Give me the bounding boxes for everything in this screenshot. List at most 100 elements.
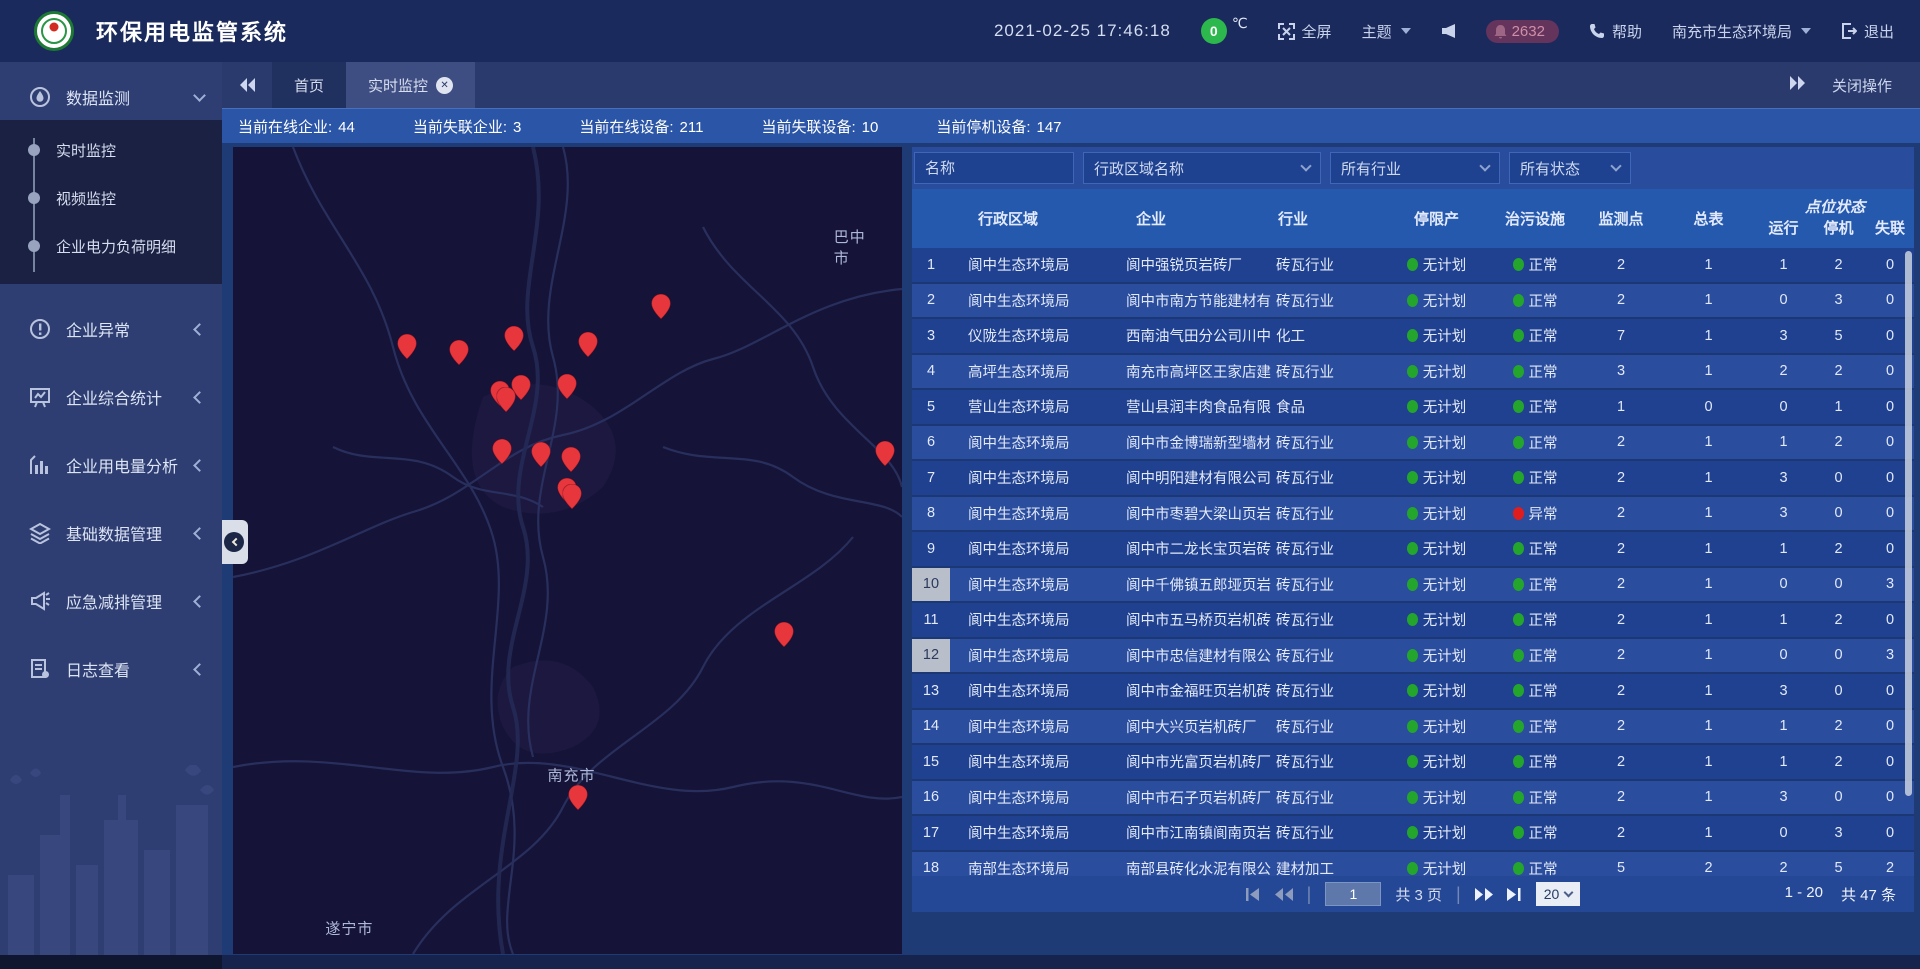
cell-stop: 0 <box>1811 647 1866 663</box>
cell-industry: 砖瓦行业 <box>1272 574 1384 595</box>
notification-badge[interactable]: 2632 <box>1486 20 1559 43</box>
production-label: 无计划 <box>1423 396 1467 417</box>
table-row[interactable]: 13阆中生态环境局阆中市金福旺页岩机砖砖瓦行业无计划正常21300 <box>912 674 1914 710</box>
cell-region: 阆中生态环境局 <box>950 680 1122 701</box>
table-row[interactable]: 17阆中生态环境局阆中市江南镇阆南页岩砖瓦行业无计划正常21030 <box>912 816 1914 852</box>
sidebar-item-0[interactable]: 数据监测 <box>0 74 222 120</box>
map-pin-icon[interactable] <box>578 332 597 357</box>
sidebar-subitem-0-2[interactable]: 企业电力负荷明细 <box>0 222 222 270</box>
cell-industry: 砖瓦行业 <box>1272 645 1384 666</box>
table-row[interactable]: 7阆中生态环境局阆中明阳建材有限公司砖瓦行业无计划正常21300 <box>912 461 1914 497</box>
map-pin-icon[interactable] <box>774 622 793 647</box>
last-page-button[interactable] <box>1507 888 1522 901</box>
map-pin-icon[interactable] <box>562 484 581 509</box>
prev-page-button[interactable] <box>1275 888 1293 901</box>
cell-monitor: 2 <box>1581 470 1661 486</box>
table-row[interactable]: 3仪陇生态环境局西南油气田分公司川中化工无计划正常71350 <box>912 319 1914 355</box>
collapse-map-button[interactable] <box>220 520 248 564</box>
row-index: 15 <box>912 745 950 779</box>
cell-treatment-status: 正常 <box>1489 716 1581 737</box>
status-dot-icon <box>1513 400 1524 413</box>
col-run: 运行 <box>1756 215 1811 238</box>
map-pin-icon[interactable] <box>492 439 511 464</box>
table-row[interactable]: 5营山生态环境局营山县润丰肉食品有限食品无计划正常10010 <box>912 390 1914 426</box>
map-pin-icon[interactable] <box>450 340 469 365</box>
table-row[interactable]: 11阆中生态环境局阆中市五马桥页岩机砖砖瓦行业无计划正常21120 <box>912 603 1914 639</box>
mute-speaker-button[interactable] <box>1441 23 1456 39</box>
sidebar-item-label: 应急减排管理 <box>66 589 195 613</box>
org-dropdown[interactable]: 南充市生态环境局 <box>1672 21 1811 42</box>
sidebar-item-1[interactable]: 企业异常 <box>0 306 222 352</box>
table-row[interactable]: 10阆中生态环境局阆中千佛镇五郎垭页岩砖瓦行业无计划正常21003 <box>912 568 1914 604</box>
theme-dropdown[interactable]: 主题 <box>1362 21 1411 42</box>
name-filter-field[interactable] <box>914 152 1074 184</box>
map-pin-icon[interactable] <box>652 294 671 319</box>
name-filter-input[interactable] <box>925 160 1063 177</box>
status-filter-select[interactable]: 所有状态 <box>1509 152 1631 184</box>
table-row[interactable]: 8阆中生态环境局阆中市枣碧大梁山页岩砖瓦行业无计划异常21300 <box>912 497 1914 533</box>
sidebar-subitem-0-1[interactable]: 视频监控 <box>0 174 222 222</box>
map-panel[interactable]: 巴中市南充市遂宁市 <box>233 147 902 954</box>
row-index: 16 <box>912 781 950 815</box>
production-label: 无计划 <box>1423 751 1467 772</box>
status-dot-icon <box>1513 329 1524 342</box>
table-row[interactable]: 12阆中生态环境局阆中市忠信建材有限公砖瓦行业无计划正常21003 <box>912 639 1914 675</box>
table-row[interactable]: 15阆中生态环境局阆中市光富页岩机砖厂砖瓦行业无计划正常21120 <box>912 745 1914 781</box>
table-scrollbar[interactable] <box>1905 251 1912 796</box>
table-row[interactable]: 9阆中生态环境局阆中市二龙长宝页岩砖砖瓦行业无计划正常21120 <box>912 532 1914 568</box>
close-tab-icon[interactable] <box>436 77 453 94</box>
sidebar-item-6[interactable]: 日志查看 <box>0 646 222 692</box>
logout-button[interactable]: 退出 <box>1841 21 1894 42</box>
map-pin-icon[interactable] <box>504 326 523 351</box>
cell-stop: 0 <box>1811 470 1866 486</box>
tab-bar: 首页 实时监控 关闭操作 <box>222 62 1920 108</box>
page-number-input[interactable] <box>1325 882 1381 906</box>
region-filter-select[interactable]: 行政区域名称 <box>1083 152 1321 184</box>
status-dot-icon <box>1513 507 1524 520</box>
sidebar-item-3[interactable]: 企业用电量分析 <box>0 442 222 488</box>
tabs-scroll-left-button[interactable] <box>222 62 272 108</box>
pagination-divider: | <box>1307 884 1312 905</box>
sidebar-item-2[interactable]: 企业综合统计 <box>0 374 222 420</box>
table-row[interactable]: 4高坪生态环境局南充市高坪区王家店建砖瓦行业无计划正常31220 <box>912 355 1914 391</box>
map-pin-icon[interactable] <box>532 442 551 467</box>
map-pin-icon[interactable] <box>496 387 515 412</box>
table-row[interactable]: 16阆中生态环境局阆中市石子页岩机砖厂砖瓦行业无计划正常21300 <box>912 781 1914 817</box>
map-pin-icon[interactable] <box>875 441 894 466</box>
cell-run: 3 <box>1756 470 1811 486</box>
table-row[interactable]: 18南部生态环境局南部县砖化水泥有限公建材加工无计划正常52252 <box>912 852 1914 877</box>
industry-filter-select[interactable]: 所有行业 <box>1330 152 1500 184</box>
help-button[interactable]: 帮助 <box>1589 21 1642 42</box>
cell-production-status: 无计划 <box>1384 432 1489 453</box>
stat-label: 当前停机设备: <box>936 119 1030 136</box>
sidebar-item-5[interactable]: 应急减排管理 <box>0 578 222 624</box>
tab-realtime-monitor[interactable]: 实时监控 <box>346 62 475 108</box>
cell-region: 营山生态环境局 <box>950 396 1122 417</box>
page-size-select[interactable]: 20 <box>1536 882 1581 906</box>
table-row[interactable]: 1阆中生态环境局阆中强锐页岩砖厂砖瓦行业无计划正常21120 <box>912 248 1914 284</box>
cell-industry: 建材加工 <box>1272 858 1384 876</box>
map-pin-icon[interactable] <box>397 334 416 359</box>
map-pin-icon[interactable] <box>569 785 588 810</box>
map-pin-icon[interactable] <box>561 447 580 472</box>
cell-run: 1 <box>1756 257 1811 273</box>
table-row[interactable]: 14阆中生态环境局阆中大兴页岩机砖厂砖瓦行业无计划正常21120 <box>912 710 1914 746</box>
sidebar-item-4[interactable]: 基础数据管理 <box>0 510 222 556</box>
tabs-scroll-right-button[interactable] <box>1790 76 1806 94</box>
table-row[interactable]: 6阆中生态环境局阆中市金博瑞新型墙材砖瓦行业无计划正常21120 <box>912 426 1914 462</box>
map-pin-icon[interactable] <box>557 374 576 399</box>
next-page-button[interactable] <box>1475 888 1493 901</box>
cell-lost: 0 <box>1866 825 1914 841</box>
cell-run: 1 <box>1756 718 1811 734</box>
tab-home[interactable]: 首页 <box>272 62 346 108</box>
first-page-button[interactable] <box>1246 888 1261 901</box>
production-label: 无计划 <box>1423 680 1467 701</box>
table-row[interactable]: 2阆中生态环境局阆中市南方节能建材有砖瓦行业无计划正常21030 <box>912 284 1914 320</box>
close-operations-button[interactable]: 关闭操作 <box>1832 75 1892 96</box>
sidebar-subitem-0-0[interactable]: 实时监控 <box>0 126 222 174</box>
fullscreen-button[interactable]: 全屏 <box>1278 21 1332 42</box>
cell-meter: 1 <box>1661 789 1756 805</box>
cell-treatment-status: 正常 <box>1489 680 1581 701</box>
chevron-down-icon <box>193 89 206 102</box>
row-index: 1 <box>912 248 950 282</box>
